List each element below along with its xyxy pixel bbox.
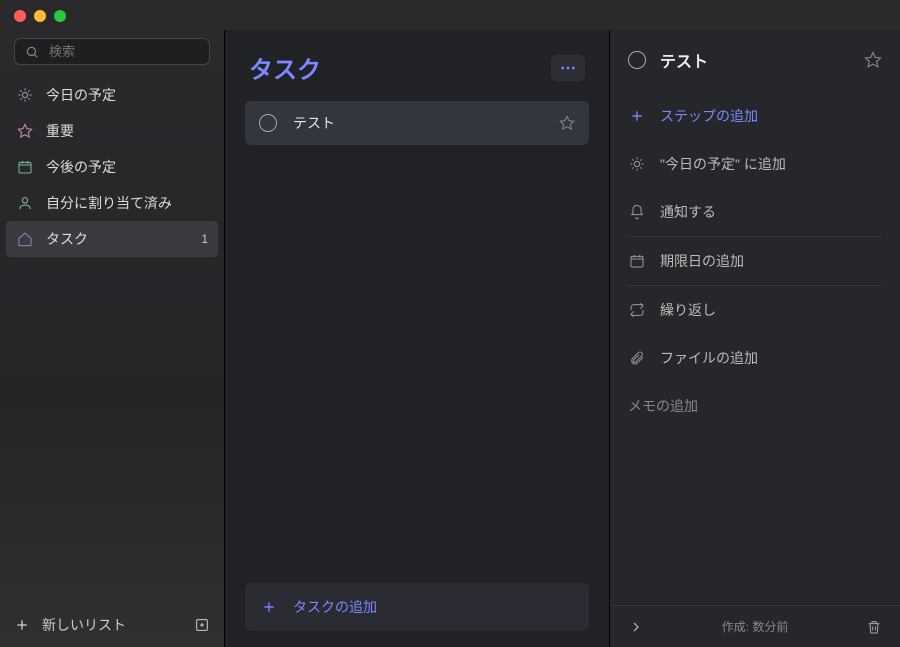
plus-icon xyxy=(261,599,277,615)
repeat-icon xyxy=(628,301,646,319)
star-toggle[interactable] xyxy=(864,51,882,69)
add-task-label: タスクの追加 xyxy=(293,597,377,617)
remind-label: 通知する xyxy=(660,202,716,222)
sun-icon xyxy=(628,155,646,173)
created-label: 作成: 数分前 xyxy=(644,618,866,635)
sidebar-item-label: 自分に割り当て済み xyxy=(46,193,172,213)
paperclip-icon xyxy=(628,349,646,367)
add-due-label: 期限日の追加 xyxy=(660,251,744,271)
sidebar-item-tasks[interactable]: タスク 1 xyxy=(6,221,218,257)
add-due-button[interactable]: 期限日の追加 xyxy=(628,237,882,286)
task-count: 1 xyxy=(201,232,208,246)
sidebar-item-label: 重要 xyxy=(46,121,74,141)
sidebar-item-label: 今日の予定 xyxy=(46,85,116,105)
search-input[interactable] xyxy=(49,44,225,59)
add-file-button[interactable]: ファイルの追加 xyxy=(628,334,882,382)
minimize-window-button[interactable] xyxy=(34,10,46,22)
home-icon xyxy=(16,230,34,248)
new-group-button[interactable] xyxy=(194,617,210,633)
user-icon xyxy=(16,194,34,212)
complete-checkbox[interactable] xyxy=(259,114,277,132)
add-my-day-label: "今日の予定" に追加 xyxy=(660,154,786,174)
detail-panel: テスト ステップの追加 "今日の予定" に追加 xyxy=(610,30,900,647)
window-controls xyxy=(0,0,900,30)
more-options-button[interactable] xyxy=(551,55,585,81)
search-icon xyxy=(25,45,39,59)
complete-checkbox[interactable] xyxy=(628,51,646,69)
sidebar-item-my-day[interactable]: 今日の予定 xyxy=(6,77,218,113)
sidebar-item-assigned[interactable]: 自分に割り当て済み xyxy=(6,185,218,221)
maximize-window-button[interactable] xyxy=(54,10,66,22)
star-icon xyxy=(16,122,34,140)
sidebar-item-label: 今後の予定 xyxy=(46,157,116,177)
plus-icon xyxy=(14,617,30,633)
list-title: タスク xyxy=(249,50,321,85)
search-box[interactable] xyxy=(14,38,210,65)
detail-task-title[interactable]: テスト xyxy=(660,48,708,72)
add-file-label: ファイルの追加 xyxy=(660,348,758,368)
task-title: テスト xyxy=(293,113,335,133)
sidebar-item-label: タスク xyxy=(46,229,88,249)
sidebar-item-planned[interactable]: 今後の予定 xyxy=(6,149,218,185)
add-note-field[interactable]: メモの追加 xyxy=(610,382,900,430)
add-step-button[interactable]: ステップの追加 xyxy=(628,92,882,140)
sidebar: 今日の予定 重要 今後の予定 自分に割り当て済み xyxy=(0,30,225,647)
add-task-button[interactable]: タスクの追加 xyxy=(245,583,589,631)
repeat-label: 繰り返し xyxy=(660,300,716,320)
main-panel: タスク テスト タスクの追加 xyxy=(225,30,610,647)
close-window-button[interactable] xyxy=(14,10,26,22)
sidebar-item-important[interactable]: 重要 xyxy=(6,113,218,149)
new-list-button[interactable]: 新しいリスト xyxy=(42,615,126,635)
calendar-icon xyxy=(16,158,34,176)
delete-task-button[interactable] xyxy=(866,619,882,635)
plus-icon xyxy=(628,107,646,125)
task-row[interactable]: テスト xyxy=(245,101,589,145)
repeat-button[interactable]: 繰り返し xyxy=(628,286,882,334)
add-step-label: ステップの追加 xyxy=(660,106,758,126)
bell-icon xyxy=(628,203,646,221)
star-toggle[interactable] xyxy=(559,115,575,131)
add-note-label: メモの追加 xyxy=(628,398,698,414)
remind-button[interactable]: 通知する xyxy=(628,188,882,237)
collapse-detail-button[interactable] xyxy=(628,619,644,635)
add-to-my-day-button[interactable]: "今日の予定" に追加 xyxy=(628,140,882,188)
calendar-icon xyxy=(628,252,646,270)
sun-icon xyxy=(16,86,34,104)
